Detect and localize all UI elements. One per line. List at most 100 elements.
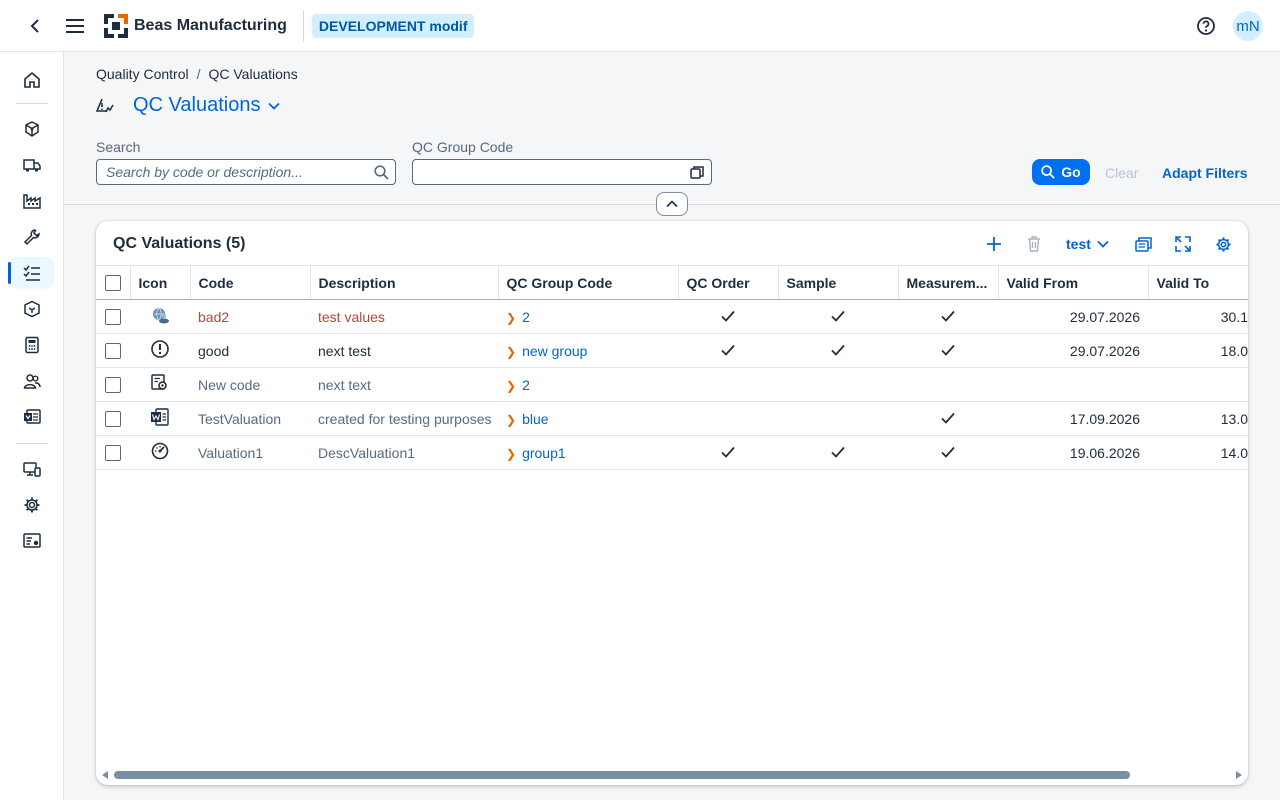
clear-button[interactable]: Clear bbox=[1105, 165, 1138, 181]
nav-item-personnel[interactable] bbox=[10, 365, 54, 397]
scroll-right-icon[interactable] bbox=[1234, 770, 1244, 780]
row-valid-from: 29.07.2026 bbox=[998, 299, 1148, 334]
environment-badge: DEVELOPMENT modif bbox=[311, 13, 475, 38]
nav-item-terminal[interactable] bbox=[10, 453, 54, 485]
scrollbar-thumb[interactable] bbox=[114, 771, 1130, 779]
row-checkbox[interactable] bbox=[105, 309, 121, 326]
table-row[interactable]: Valuation1 DescValuation1 ❯ group1 19.06.202… bbox=[96, 435, 1248, 470]
back-button[interactable] bbox=[24, 18, 46, 33]
nav-item-configuration[interactable] bbox=[10, 525, 54, 557]
page-title-row: QC Valuations bbox=[96, 94, 281, 117]
column-header-qc-order[interactable]: QC Order bbox=[678, 265, 779, 300]
row-valid-to: 14.0 bbox=[1148, 435, 1248, 470]
collapse-header-button[interactable] bbox=[656, 192, 688, 216]
row-checkbox[interactable] bbox=[105, 343, 121, 360]
nav-item-calculation[interactable] bbox=[10, 329, 54, 361]
column-header-code[interactable]: Code bbox=[190, 265, 311, 300]
row-qc-group-code-cell: ❯ group1 bbox=[498, 435, 678, 470]
table-row[interactable]: good next test ❯ new group 29.07.2026 18.0 bbox=[96, 333, 1248, 368]
app-logo[interactable]: Beas Manufacturing bbox=[104, 13, 287, 38]
row-checkbox[interactable] bbox=[105, 411, 121, 428]
row-qc-group-link[interactable]: blue bbox=[522, 411, 548, 427]
adapt-filters-button[interactable]: Adapt Filters bbox=[1162, 165, 1248, 181]
navigation-arrow-icon: ❯ bbox=[506, 446, 517, 461]
row-description: next test bbox=[310, 333, 498, 368]
chevron-left-icon bbox=[30, 18, 39, 33]
value-help-button[interactable] bbox=[684, 165, 711, 180]
nav-item-items[interactable] bbox=[10, 293, 54, 325]
row-valid-from: 29.07.2026 bbox=[998, 333, 1148, 368]
row-sample bbox=[778, 333, 898, 368]
horizontal-scrollbar[interactable] bbox=[96, 767, 1248, 781]
table-settings-button[interactable] bbox=[1213, 233, 1233, 255]
column-header-valid-to[interactable]: Valid To bbox=[1148, 265, 1248, 300]
fullscreen-button[interactable] bbox=[1173, 233, 1193, 255]
trash-icon bbox=[1028, 236, 1040, 252]
cubes-icon bbox=[25, 121, 39, 137]
exclamation-circle-icon bbox=[150, 340, 170, 362]
row-qc-order bbox=[678, 435, 778, 470]
delete-button[interactable] bbox=[1024, 233, 1044, 255]
nav-item-cubes[interactable] bbox=[10, 113, 54, 145]
row-code: Valuation1 bbox=[190, 435, 310, 470]
nav-item-production[interactable] bbox=[10, 185, 54, 217]
row-qc-group-link[interactable]: new group bbox=[522, 343, 587, 359]
breadcrumb-quality-control[interactable]: Quality Control bbox=[96, 66, 189, 82]
column-header-valid-from[interactable]: Valid From bbox=[998, 265, 1149, 300]
row-description: next text bbox=[310, 367, 498, 402]
checkmark-icon bbox=[831, 344, 845, 356]
variant-name: test bbox=[1066, 236, 1091, 252]
row-checkbox[interactable] bbox=[105, 377, 121, 394]
variant-selector[interactable]: test bbox=[1066, 233, 1109, 255]
nav-item-settings[interactable] bbox=[10, 489, 54, 521]
go-button[interactable]: Go bbox=[1032, 159, 1090, 185]
add-button[interactable] bbox=[984, 233, 1004, 255]
row-qc-group-code-cell: ❯ 2 bbox=[498, 367, 678, 402]
row-icon-cell bbox=[130, 435, 190, 470]
go-button-label: Go bbox=[1061, 164, 1081, 180]
row-qc-group-link[interactable]: 2 bbox=[522, 309, 530, 325]
wrench-icon bbox=[23, 229, 40, 246]
page-title[interactable]: QC Valuations bbox=[133, 94, 260, 117]
search-input[interactable] bbox=[97, 164, 368, 180]
nav-home[interactable] bbox=[10, 64, 54, 96]
column-header-qc-group-code[interactable]: QC Group Code bbox=[498, 265, 679, 300]
column-header-measurement[interactable]: Measurem... bbox=[898, 265, 999, 300]
row-description: test values bbox=[310, 299, 498, 334]
fullscreen-icon bbox=[1175, 236, 1191, 252]
column-header-icon[interactable]: Icon bbox=[130, 265, 191, 300]
table-row[interactable]: New code next text ❯ 2 bbox=[96, 367, 1248, 402]
help-icon[interactable] bbox=[1196, 16, 1216, 36]
checkmark-icon bbox=[721, 310, 735, 322]
row-qc-group-link[interactable]: 2 bbox=[522, 377, 530, 393]
qc-group-code-input[interactable] bbox=[413, 164, 684, 180]
checkmark-icon bbox=[721, 446, 735, 458]
qc-group-code-field bbox=[412, 159, 712, 185]
nav-item-quality-control[interactable] bbox=[8, 257, 54, 289]
search-button[interactable] bbox=[368, 164, 395, 180]
navigation-arrow-icon: ❯ bbox=[506, 412, 517, 427]
menu-button[interactable] bbox=[66, 18, 84, 33]
row-icon-cell bbox=[130, 299, 190, 334]
column-header-sample[interactable]: Sample bbox=[778, 265, 899, 300]
table-row[interactable]: TestValuation created for testing purpose… bbox=[96, 401, 1248, 436]
breadcrumb-separator: / bbox=[196, 66, 201, 82]
row-qc-group-link[interactable]: group1 bbox=[522, 445, 566, 461]
beas-logo-icon bbox=[104, 13, 128, 38]
select-all-checkbox[interactable] bbox=[104, 275, 121, 292]
row-checkbox[interactable] bbox=[105, 445, 121, 462]
table-row[interactable]: bad2 test values ❯ 2 29.07.2026 30.1 bbox=[96, 299, 1248, 334]
scroll-left-icon[interactable] bbox=[100, 770, 110, 780]
inspection-icon bbox=[150, 374, 170, 396]
column-header-description[interactable]: Description bbox=[310, 265, 499, 300]
nav-separator bbox=[16, 443, 48, 444]
nav-item-delivery[interactable] bbox=[10, 149, 54, 181]
user-avatar[interactable]: mN bbox=[1233, 11, 1263, 41]
nav-item-tools[interactable] bbox=[10, 221, 54, 253]
table-header-row: Icon Code Description QC Group Code QC O… bbox=[96, 265, 1248, 300]
row-icon-cell bbox=[130, 401, 190, 436]
export-button[interactable] bbox=[1133, 233, 1153, 255]
checkmark-icon bbox=[831, 446, 845, 458]
nav-item-documents[interactable] bbox=[10, 401, 54, 433]
chevron-down-icon[interactable] bbox=[268, 102, 281, 110]
